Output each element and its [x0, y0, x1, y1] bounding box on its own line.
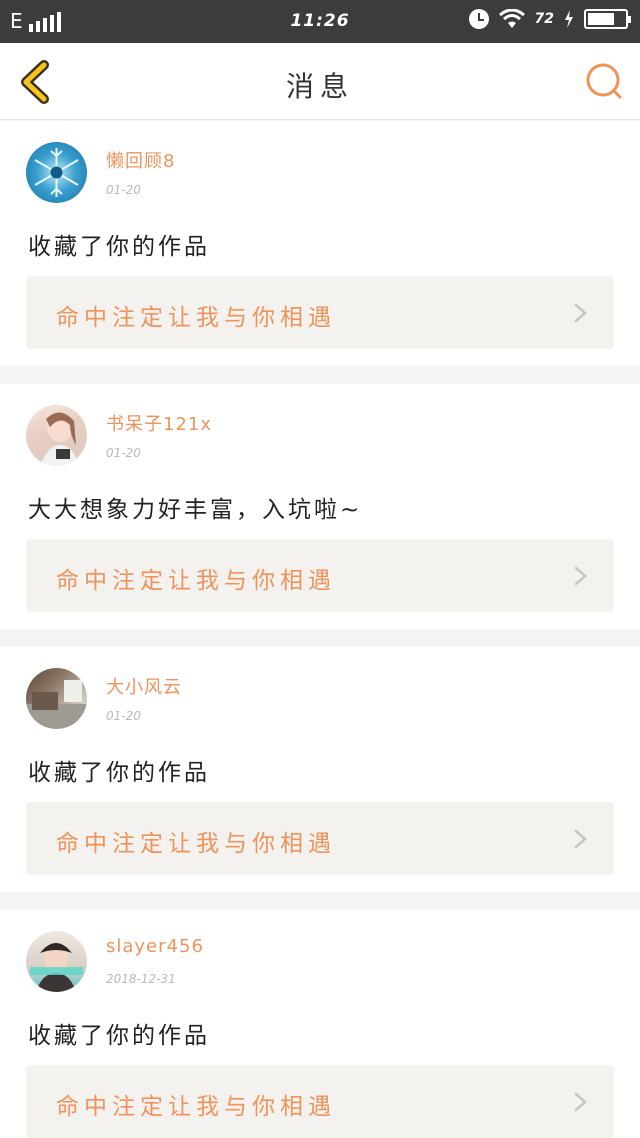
avatar[interactable] — [26, 142, 87, 203]
message-date: 01-20 — [106, 709, 141, 723]
status-bar: E 11:26 72 — [0, 0, 640, 43]
username[interactable]: 大小风云 — [106, 673, 182, 699]
message-date: 01-20 — [106, 446, 141, 460]
work-title: 命中注定让我与你相遇 — [56, 831, 336, 857]
girl-portrait-icon — [40, 412, 78, 466]
message-card: 大小风云 01-20 收藏了你的作品 命中注定让我与你相遇 — [0, 647, 640, 892]
message-text: 收藏了你的作品 — [28, 1023, 210, 1049]
person-cap-icon — [30, 943, 83, 992]
username[interactable]: 懒回顾8 — [106, 147, 175, 173]
username[interactable]: 书呆子121x — [106, 410, 212, 436]
message-date: 2018-12-31 — [106, 972, 176, 986]
message-text: 收藏了你的作品 — [28, 760, 210, 786]
page-title: 消息 — [285, 70, 354, 103]
battery-icon — [584, 9, 631, 29]
search-button[interactable] — [584, 61, 626, 103]
message-text: 大大想象力好丰富，入坑啦~ — [28, 497, 363, 523]
search-icon — [586, 63, 622, 99]
message-card: 书呆子121x 01-20 大大想象力好丰富，入坑啦~ 命中注定让我与你相遇 — [0, 384, 640, 629]
message-text: 收藏了你的作品 — [28, 234, 210, 260]
work-title: 命中注定让我与你相遇 — [56, 568, 336, 594]
work-title: 命中注定让我与你相遇 — [56, 1094, 336, 1120]
message-list: 懒回顾8 01-20 收藏了你的作品 命中注定让我与你相遇 书呆子121x 01… — [0, 121, 640, 1138]
work-link[interactable]: 命中注定让我与你相遇 — [26, 539, 614, 612]
work-link[interactable]: 命中注定让我与你相遇 — [26, 276, 614, 349]
app-header: 消息 — [0, 43, 640, 120]
chevron-right-icon — [574, 829, 587, 849]
chevron-right-icon — [574, 303, 587, 323]
work-link[interactable]: 命中注定让我与你相遇 — [26, 1065, 614, 1138]
wifi-icon — [498, 9, 525, 28]
avatar[interactable] — [26, 931, 87, 992]
message-card: 懒回顾8 01-20 收藏了你的作品 命中注定让我与你相遇 — [0, 121, 640, 366]
work-link[interactable]: 命中注定让我与你相遇 — [26, 802, 614, 875]
battery-percent: 72 — [534, 11, 554, 27]
chevron-right-icon — [574, 1092, 587, 1112]
username[interactable]: slayer456 — [106, 936, 204, 957]
avatar[interactable] — [26, 668, 87, 729]
message-date: 01-20 — [106, 183, 141, 197]
charging-icon — [565, 10, 573, 28]
alarm-icon — [468, 9, 489, 29]
status-icons: 72 — [468, 9, 631, 29]
battery-fill — [588, 13, 614, 25]
avatar[interactable] — [26, 405, 87, 466]
snowflake-icon — [34, 148, 79, 197]
work-title: 命中注定让我与你相遇 — [56, 305, 336, 331]
chevron-right-icon — [574, 566, 587, 586]
message-card: slayer456 2018-12-31 收藏了你的作品 命中注定让我与你相遇 — [0, 910, 640, 1138]
room-photo-icon — [26, 680, 87, 729]
